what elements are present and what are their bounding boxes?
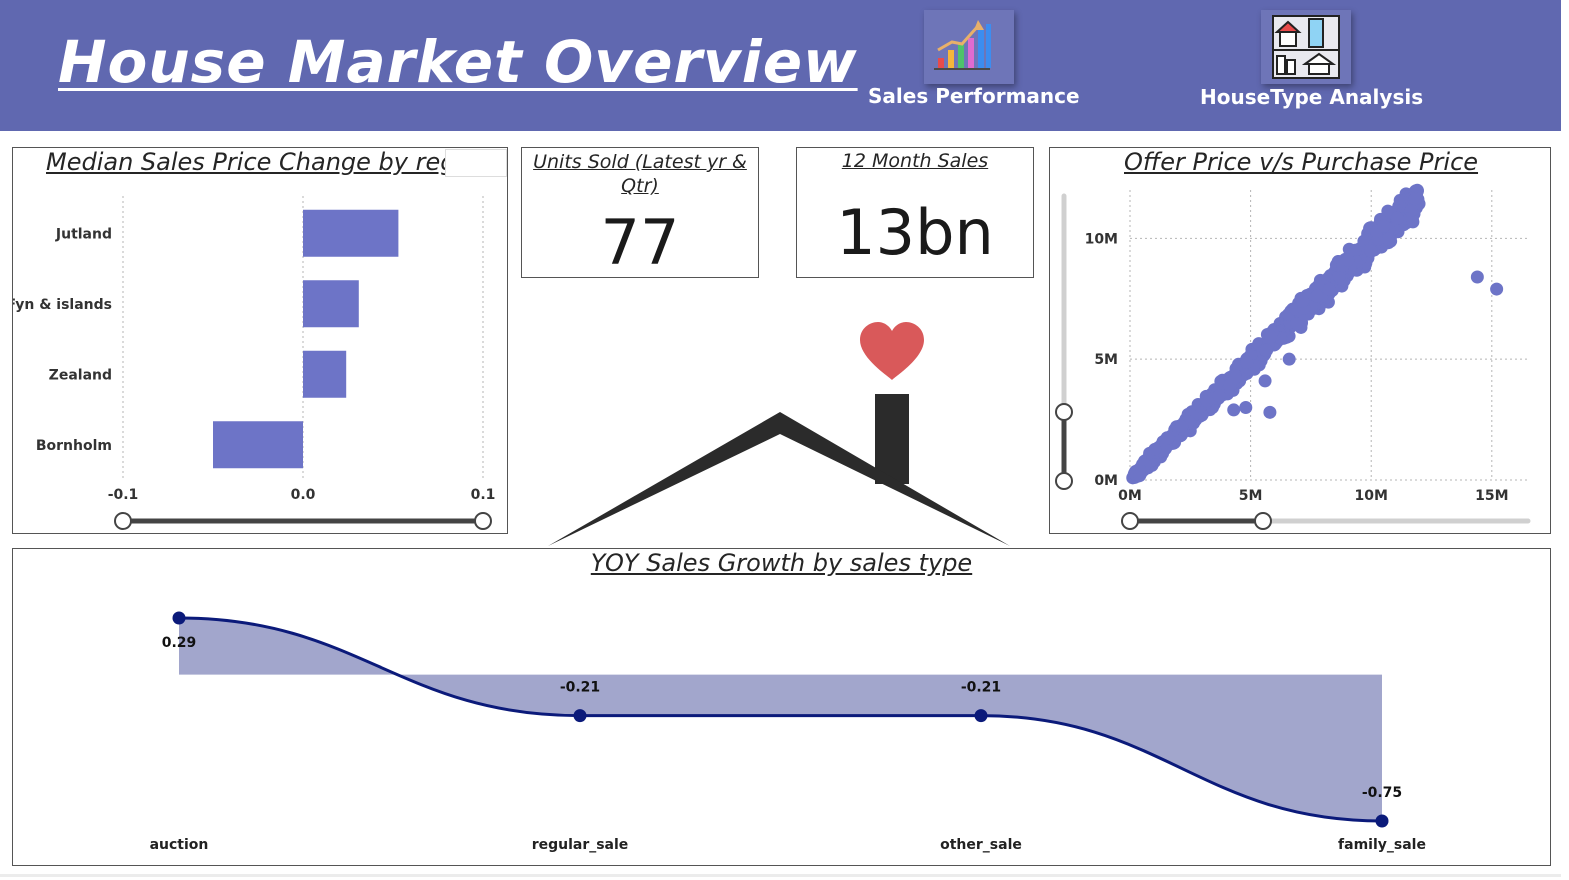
offer-vs-purchase-chart: 0M 5M 10M 15M 0M 5M 10M — [1055, 183, 1531, 530]
x-tick-label: 0M — [1118, 488, 1142, 504]
bar — [303, 350, 347, 398]
scatter-point — [1264, 330, 1278, 344]
scatter-point — [1212, 389, 1226, 403]
units-sold-value: 77 — [600, 206, 680, 279]
scatter-point — [1381, 232, 1395, 246]
page-title: House Market Overview — [58, 28, 858, 96]
x-tick-label: 10M — [1355, 488, 1388, 504]
scatter-point — [1161, 431, 1175, 445]
category-label: Jutland — [55, 226, 112, 242]
nav-housetype-analysis-button[interactable]: HouseType Analysis — [1198, 8, 1423, 118]
nav-sales-performance-label: Sales Performance — [868, 84, 1080, 108]
x-tick-label: 0.0 — [291, 487, 316, 503]
x-range-slider-handle-max[interactable] — [1254, 512, 1272, 530]
y-range-slider-handle-max[interactable] — [1055, 403, 1073, 421]
month-sales-card: 12 Month Sales 13bn — [796, 147, 1034, 278]
scatter-point — [1341, 253, 1355, 267]
scatter-point — [1240, 355, 1254, 369]
scatter-point — [1470, 270, 1484, 284]
y-tick-label: 5M — [1094, 352, 1118, 368]
units-sold-card: Units Sold (Latest yr & Qtr) 77 — [521, 147, 759, 279]
data-point — [1375, 814, 1389, 828]
scatter-point — [1259, 343, 1273, 357]
scatter-point — [1408, 192, 1422, 206]
nav-tile — [1261, 10, 1351, 84]
y-tick-label: 10M — [1085, 231, 1118, 247]
nav-sales-performance-button[interactable]: Sales Performance — [866, 8, 1080, 118]
scatter-point — [1282, 352, 1296, 366]
header-bar: House Market Overview Sales Performance — [0, 0, 1561, 131]
y-range-slider-handle-min[interactable] — [1055, 472, 1073, 490]
scatter-point — [1390, 211, 1404, 225]
category-label: Bornholm — [36, 438, 112, 454]
y-tick-label: 0M — [1094, 473, 1118, 489]
median-price-change-chart: -0.1 0.0 0.1 Jutland Fyn & islands Zealand Bor… — [13, 196, 496, 530]
scatter-point — [1310, 289, 1324, 303]
data-point — [974, 709, 988, 723]
nav-housetype-analysis-label: HouseType Analysis — [1200, 85, 1424, 109]
growth-area — [179, 618, 1382, 821]
yoy-growth-panel: YOY Sales Growth by sales type 0.29 aucti… — [12, 548, 1551, 866]
scatter-point — [1296, 294, 1310, 308]
units-sold-title: Units Sold (Latest yr & Qtr) — [533, 151, 747, 197]
bottom-rule — [0, 874, 1561, 877]
data-label: -0.75 — [1362, 785, 1402, 801]
scatter-point — [1148, 442, 1162, 456]
bar — [303, 280, 359, 328]
x-tick-label: -0.1 — [108, 487, 139, 503]
scatter-point — [1258, 374, 1272, 388]
scatter-points — [1126, 183, 1504, 485]
data-point — [172, 611, 186, 625]
scatter-point — [1364, 244, 1378, 258]
bar — [303, 209, 399, 257]
data-point — [573, 709, 587, 723]
x-tick-label: 5M — [1239, 488, 1263, 504]
month-sales-title: 12 Month Sales — [841, 150, 989, 172]
offer-vs-purchase-panel: Offer Price v/s Purchase Price 0M 5M 10M 15… — [1049, 147, 1551, 534]
x-tick-label: 0.1 — [471, 487, 496, 503]
bar-range-slider-handle-max[interactable] — [474, 512, 492, 530]
scatter-point — [1228, 371, 1242, 385]
data-label: -0.21 — [961, 680, 1001, 696]
median-price-change-panel: Median Sales Price Change by reg -0.1 0.0… — [12, 147, 508, 534]
scatter-point — [1227, 403, 1241, 417]
house-roof-illustration — [548, 322, 1010, 546]
scatter-point — [1322, 282, 1336, 296]
scatter-point — [1239, 401, 1253, 414]
bar-range-slider-handle-min[interactable] — [114, 512, 132, 530]
bar-chart-growth-icon — [934, 20, 991, 70]
x-tick-label: 15M — [1475, 488, 1508, 504]
scatter-point — [1133, 468, 1147, 482]
scatter-point — [1490, 282, 1504, 296]
nav-tile — [924, 10, 1014, 84]
category-label: regular_sale — [532, 837, 629, 853]
data-label: -0.21 — [560, 680, 600, 696]
category-label: Fyn & islands — [13, 297, 112, 313]
month-sales-value: 13bn — [836, 196, 994, 269]
heart-icon — [860, 322, 924, 380]
data-label: 0.29 — [162, 635, 197, 651]
scatter-point — [1377, 219, 1391, 233]
x-range-slider-handle-min[interactable] — [1121, 512, 1139, 530]
scatter-point — [1175, 419, 1189, 433]
house-types-icon — [1272, 15, 1340, 79]
roof — [548, 412, 1010, 546]
category-label: Zealand — [49, 367, 112, 383]
category-label: family_sale — [1338, 837, 1426, 853]
category-label: auction — [150, 837, 209, 853]
category-label: other_sale — [940, 837, 1022, 853]
bar — [213, 421, 303, 469]
scatter-point — [1263, 405, 1277, 419]
yoy-growth-chart: 0.29 auction -0.21 regular_sale -0.21 other_s… — [150, 611, 1426, 853]
